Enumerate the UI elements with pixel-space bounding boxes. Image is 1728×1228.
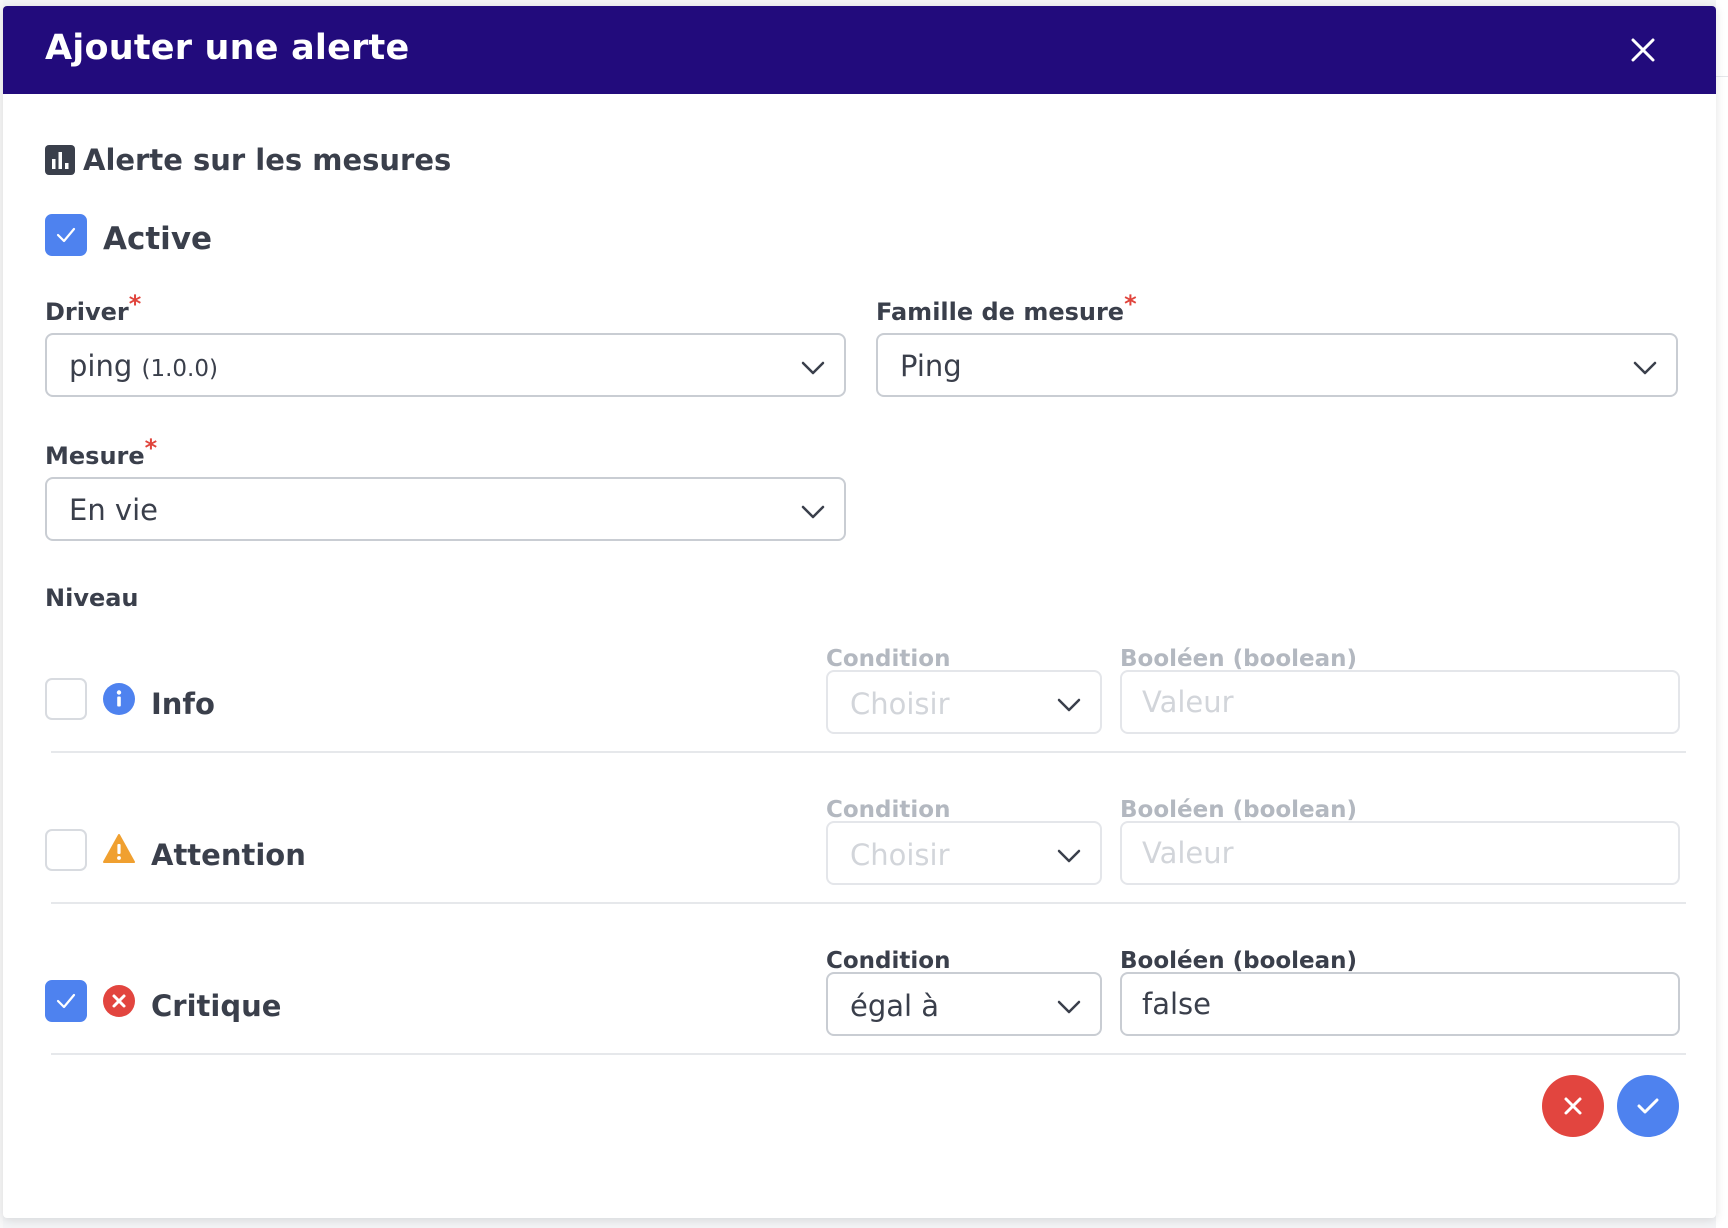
info-condition-label: Condition — [826, 646, 951, 672]
active-checkbox[interactable] — [45, 214, 87, 256]
attention-level-name: Attention — [151, 838, 306, 872]
warning-icon — [103, 834, 135, 863]
critique-value-input[interactable] — [1120, 972, 1680, 1036]
close-button[interactable] — [1623, 30, 1663, 70]
famille-label: Famille de mesure* — [876, 290, 1137, 326]
level-divider — [51, 902, 1686, 904]
critique-condition-value: égal à — [850, 989, 940, 1023]
error-icon — [103, 985, 135, 1017]
chevron-down-icon — [1057, 698, 1081, 712]
section-title-text: Alerte sur les mesures — [83, 143, 452, 177]
check-icon — [1637, 1098, 1659, 1114]
mesure-select-value: En vie — [69, 493, 158, 527]
attention-condition-select[interactable]: Choisir — [826, 821, 1102, 885]
critique-condition-label: Condition — [826, 948, 951, 974]
driver-select-value: ping (1.0.0) — [69, 349, 218, 383]
section-title: Alerte sur les mesures — [45, 140, 451, 180]
info-value-label: Booléen (boolean) — [1120, 646, 1358, 672]
attention-checkbox[interactable] — [45, 829, 87, 871]
driver-label: Driver* — [45, 290, 141, 326]
level-divider — [51, 1053, 1686, 1055]
mesure-select[interactable]: En vie — [45, 477, 846, 541]
level-divider — [51, 751, 1686, 753]
niveau-label: Niveau — [45, 584, 139, 612]
famille-label-text: Famille de mesure — [876, 298, 1125, 326]
close-icon — [1564, 1097, 1582, 1115]
chevron-down-icon — [1057, 1000, 1081, 1014]
confirm-button[interactable] — [1617, 1075, 1679, 1137]
background-right-edge — [1716, 0, 1728, 1228]
info-level-name: Info — [151, 687, 215, 721]
mesure-label-text: Mesure — [45, 442, 145, 470]
info-value-input[interactable] — [1120, 670, 1680, 734]
required-marker: * — [1124, 290, 1137, 318]
info-condition-value: Choisir — [850, 687, 950, 721]
chevron-down-icon — [801, 505, 825, 519]
required-marker: * — [128, 290, 142, 318]
attention-value-label: Booléen (boolean) — [1120, 797, 1358, 823]
info-checkbox[interactable] — [45, 678, 87, 720]
attention-condition-label: Condition — [826, 797, 951, 823]
background-divider — [1716, 76, 1728, 77]
modal-header: Ajouter une alerte — [3, 6, 1716, 94]
modal-title: Ajouter une alerte — [45, 28, 410, 68]
info-icon — [103, 683, 135, 715]
active-label: Active — [103, 221, 213, 257]
chevron-down-icon — [1057, 849, 1081, 863]
cancel-button[interactable] — [1542, 1075, 1604, 1137]
info-condition-select[interactable]: Choisir — [826, 670, 1102, 734]
critique-level-name: Critique — [151, 989, 282, 1023]
add-alert-modal: Ajouter une alerte Alerte sur les mesure… — [3, 6, 1716, 1218]
critique-value-label: Booléen (boolean) — [1120, 948, 1358, 974]
chevron-down-icon — [801, 361, 825, 375]
required-marker: * — [144, 434, 158, 462]
driver-version: (1.0.0) — [141, 356, 218, 382]
famille-select-value: Ping — [900, 349, 962, 383]
mesure-label: Mesure* — [45, 434, 157, 470]
critique-checkbox[interactable] — [45, 980, 87, 1022]
checkmark-icon — [56, 993, 76, 1009]
checkmark-icon — [56, 227, 76, 243]
chevron-down-icon — [1633, 361, 1657, 375]
bar-chart-icon — [45, 145, 75, 175]
close-icon — [1631, 38, 1655, 62]
attention-value-input[interactable] — [1120, 821, 1680, 885]
driver-select[interactable]: ping (1.0.0) — [45, 333, 846, 397]
critique-condition-select[interactable]: égal à — [826, 972, 1102, 1036]
attention-condition-value: Choisir — [850, 838, 950, 872]
famille-select[interactable]: Ping — [876, 333, 1678, 397]
driver-label-text: Driver — [45, 298, 129, 326]
driver-value: ping — [69, 349, 133, 383]
